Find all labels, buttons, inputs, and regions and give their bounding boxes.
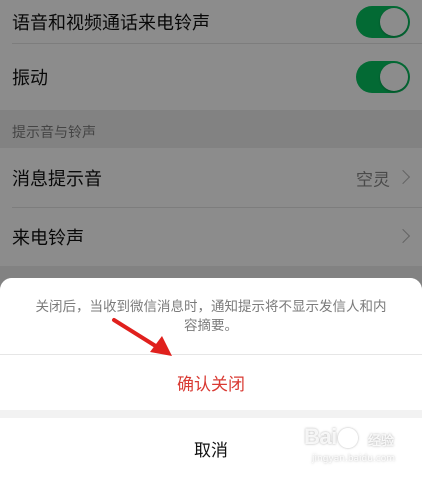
action-sheet-message: 关闭后，当收到微信消息时，通知提示将不显示发信人和内容摘要。 xyxy=(35,299,387,334)
cancel-button[interactable]: 取消 xyxy=(0,418,422,478)
annotation-arrow-icon xyxy=(112,318,172,356)
action-sheet-main: 关闭后，当收到微信消息时，通知提示将不显示发信人和内容摘要。 确认关闭 xyxy=(0,278,422,410)
action-sheet: 关闭后，当收到微信消息时，通知提示将不显示发信人和内容摘要。 确认关闭 取消 xyxy=(0,278,422,478)
confirm-close-button[interactable]: 确认关闭 xyxy=(0,355,422,410)
